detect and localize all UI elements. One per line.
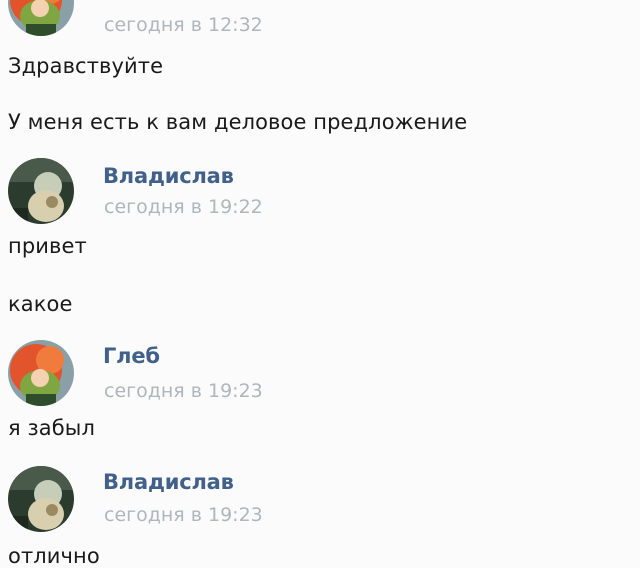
avatar-vladislav[interactable]	[8, 466, 74, 532]
message-timestamp: сегодня в 19:23	[104, 380, 263, 402]
message-text: какое	[8, 292, 73, 316]
avatar-gleb[interactable]	[8, 340, 74, 406]
message-timestamp: сегодня в 12:32	[104, 14, 263, 36]
message-author[interactable]: Владислав	[103, 470, 234, 494]
message-text: привет	[8, 234, 87, 258]
message-text: я забыл	[8, 416, 95, 440]
avatar-vladislav[interactable]	[8, 158, 74, 224]
message-timestamp: сегодня в 19:23	[104, 504, 263, 526]
message-author[interactable]: Глеб	[103, 344, 160, 368]
message-timestamp: сегодня в 19:22	[104, 196, 263, 218]
message-text: отлично	[8, 544, 100, 568]
message-author[interactable]: Владислав	[103, 164, 234, 188]
message-text: У меня есть к вам деловое предложение	[8, 110, 468, 134]
avatar-gleb[interactable]	[8, 0, 74, 36]
message-text: Здравствуйте	[8, 54, 164, 78]
